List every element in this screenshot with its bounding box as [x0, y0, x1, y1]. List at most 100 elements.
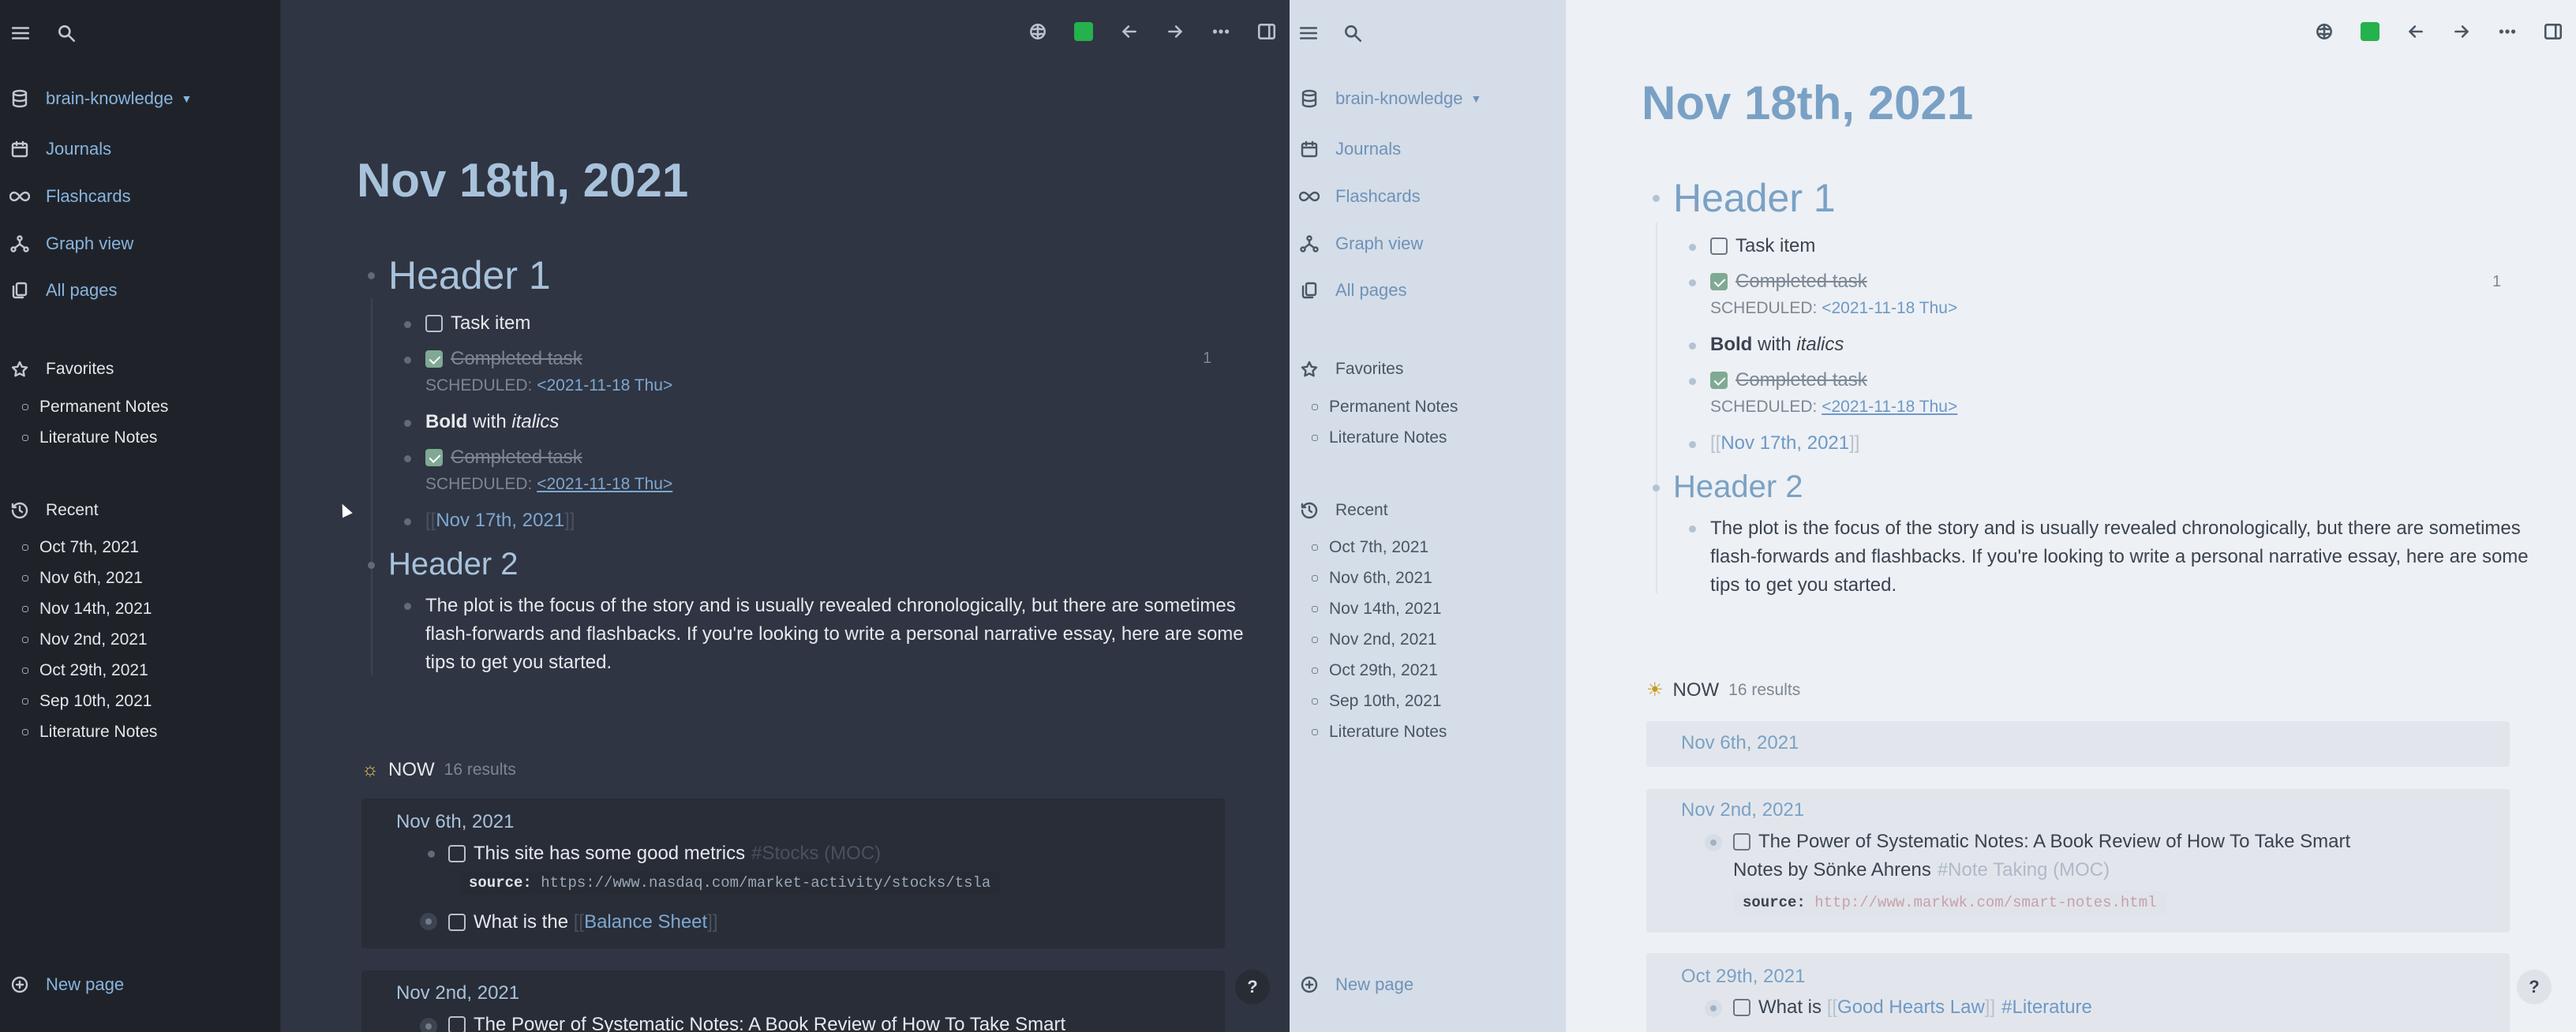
block-bullet[interactable] [1689, 342, 1696, 350]
block-bullet[interactable] [404, 455, 411, 462]
right-sidebar-toggle-icon[interactable] [2530, 14, 2576, 49]
page-title[interactable]: Nov 18th, 2021 [1642, 76, 1973, 130]
search-icon[interactable] [51, 17, 82, 49]
paragraph-block[interactable]: The plot is the focus of the story and i… [425, 592, 1246, 677]
result-block[interactable]: What is [[ Good Hearts Law ]] #Literatur… [1733, 996, 2092, 1019]
block-bullet[interactable] [1689, 441, 1696, 448]
result-block[interactable]: What is the [[ Balance Sheet ]] [448, 911, 718, 933]
recent-item[interactable]: Oct 7th, 2021 [1312, 532, 1447, 563]
sidebar-item-graph-view[interactable]: Graph view [0, 226, 133, 261]
task-checkbox[interactable] [448, 845, 466, 862]
page-title[interactable]: Nov 18th, 2021 [357, 153, 688, 208]
completed-task-block[interactable]: Completed task [425, 348, 582, 370]
new-page-button[interactable]: New page [1290, 967, 1413, 1002]
block-bullet[interactable] [404, 603, 411, 610]
reference-count-badge[interactable]: 1 [2492, 273, 2501, 291]
block-bullet[interactable] [1689, 279, 1696, 286]
result-block[interactable]: The Power of Systematic Notes: A Book Re… [448, 1014, 1065, 1032]
task-checkbox-checked[interactable] [425, 449, 443, 466]
scheduled-date-link[interactable]: <2021-11-18 Thu> [1822, 299, 1957, 317]
recent-item[interactable]: Sep 10th, 2021 [1312, 686, 1447, 716]
task-checkbox-checked[interactable] [1710, 273, 1728, 290]
tag-link[interactable]: #Literature [2001, 996, 2092, 1019]
property-value[interactable]: https://www.nasdaq.com/market-activity/s… [541, 874, 990, 892]
block-bullet[interactable] [404, 321, 411, 328]
block-bullet[interactable] [368, 562, 375, 569]
recent-item[interactable]: Literature Notes [22, 716, 157, 747]
help-button[interactable]: ? [1235, 970, 1270, 1004]
tag-link[interactable]: #Note Taking (MOC) [1938, 859, 2110, 881]
task-checkbox[interactable] [425, 315, 443, 332]
right-sidebar-toggle-icon[interactable] [1244, 14, 1290, 49]
completed-task-block[interactable]: Completed task [1710, 271, 1867, 293]
task-checkbox-checked[interactable] [425, 350, 443, 368]
back-arrow-icon[interactable] [1106, 14, 1152, 49]
recent-item[interactable]: Nov 6th, 2021 [1312, 563, 1447, 593]
recent-item[interactable]: Nov 6th, 2021 [22, 563, 157, 593]
recent-item[interactable]: Nov 2nd, 2021 [1312, 624, 1447, 655]
favorites-section-header[interactable]: Favorites [1290, 353, 1403, 385]
graph-selector[interactable]: brain-knowledge ▼ [0, 81, 192, 116]
result-block-continued[interactable]: Notes by Sönke Ahrens #Note Taking (MOC) [1733, 859, 2110, 881]
page-reference-block[interactable]: [[ Nov 17th, 2021 ]] [425, 510, 575, 532]
formatted-text-block[interactable]: Bold with italics [1710, 334, 1844, 356]
reference-count-badge[interactable]: 1 [1203, 350, 1211, 368]
favorite-item[interactable]: Permanent Notes [22, 391, 168, 422]
brain-icon[interactable] [1015, 14, 1061, 49]
task-checkbox[interactable] [448, 1016, 466, 1032]
recent-item[interactable]: Literature Notes [1312, 716, 1447, 747]
page-link[interactable]: Good Hearts Law [1837, 996, 1985, 1019]
recent-item[interactable]: Nov 14th, 2021 [22, 593, 157, 624]
block-bullet[interactable] [404, 518, 411, 525]
sync-status-indicator[interactable] [2347, 14, 2393, 49]
result-block[interactable]: The Power of Systematic Notes: A Book Re… [1733, 831, 2350, 853]
header-2-block[interactable]: Header 2 [1673, 469, 1803, 505]
recent-item[interactable]: Nov 14th, 2021 [1312, 593, 1447, 624]
result-page-title[interactable]: Nov 2nd, 2021 [396, 982, 519, 1004]
block-bullet[interactable] [1689, 378, 1696, 385]
forward-arrow-icon[interactable] [2439, 14, 2484, 49]
block-bullet[interactable] [1653, 484, 1660, 492]
block-bullet[interactable] [404, 357, 411, 364]
task-checkbox[interactable] [1733, 833, 1750, 851]
scheduled-date-link[interactable]: <2021-11-18 Thu> [537, 475, 672, 493]
scheduled-date-link[interactable]: <2021-11-18 Thu> [537, 376, 672, 394]
recent-item[interactable]: Oct 29th, 2021 [22, 655, 157, 686]
completed-task-block[interactable]: Completed task [1710, 369, 1867, 391]
query-header[interactable]: ☼ NOW 16 results [361, 759, 516, 781]
collapsed-bullet[interactable] [420, 913, 437, 930]
scheduled-date-link[interactable]: <2021-11-18 Thu> [1822, 398, 1957, 416]
search-icon[interactable] [1337, 17, 1368, 49]
favorites-section-header[interactable]: Favorites [0, 353, 114, 385]
help-button[interactable]: ? [2517, 970, 2552, 1004]
favorite-item[interactable]: Literature Notes [1312, 422, 1458, 453]
more-icon[interactable] [2484, 14, 2530, 49]
recent-item[interactable]: Oct 7th, 2021 [22, 532, 157, 563]
task-checkbox[interactable] [448, 914, 466, 931]
task-checkbox[interactable] [1733, 999, 1750, 1016]
task-block[interactable]: Task item [425, 312, 530, 335]
sidebar-item-flashcards[interactable]: Flashcards [0, 179, 131, 214]
block-bullet[interactable] [368, 272, 375, 279]
recent-item[interactable]: Sep 10th, 2021 [22, 686, 157, 716]
sync-status-indicator[interactable] [1061, 14, 1106, 49]
query-header[interactable]: ☀ NOW 16 results [1646, 679, 1800, 701]
header-2-block[interactable]: Header 2 [388, 547, 519, 582]
collapsed-bullet[interactable] [1705, 1000, 1722, 1017]
favorite-item[interactable]: Permanent Notes [1312, 391, 1458, 422]
property-value[interactable]: http://www.markwk.com/smart-notes.html [1814, 894, 2156, 911]
sidebar-item-all-pages[interactable]: All pages [0, 273, 118, 308]
result-page-title[interactable]: Oct 29th, 2021 [1681, 966, 1805, 988]
result-page-title[interactable]: Nov 2nd, 2021 [1681, 799, 1804, 821]
new-page-button[interactable]: New page [0, 967, 124, 1002]
back-arrow-icon[interactable] [2393, 14, 2439, 49]
block-bullet[interactable] [428, 851, 435, 858]
page-reference-block[interactable]: [[ Nov 17th, 2021 ]] [1710, 432, 1859, 454]
graph-selector[interactable]: brain-knowledge ▼ [1290, 81, 1481, 116]
task-checkbox[interactable] [1710, 237, 1728, 255]
sidebar-item-journals[interactable]: Journals [0, 132, 111, 166]
more-icon[interactable] [1198, 14, 1244, 49]
block-bullet[interactable] [404, 420, 411, 427]
completed-task-block[interactable]: Completed task [425, 447, 582, 469]
tag-link[interactable]: #Stocks (MOC) [751, 843, 881, 865]
